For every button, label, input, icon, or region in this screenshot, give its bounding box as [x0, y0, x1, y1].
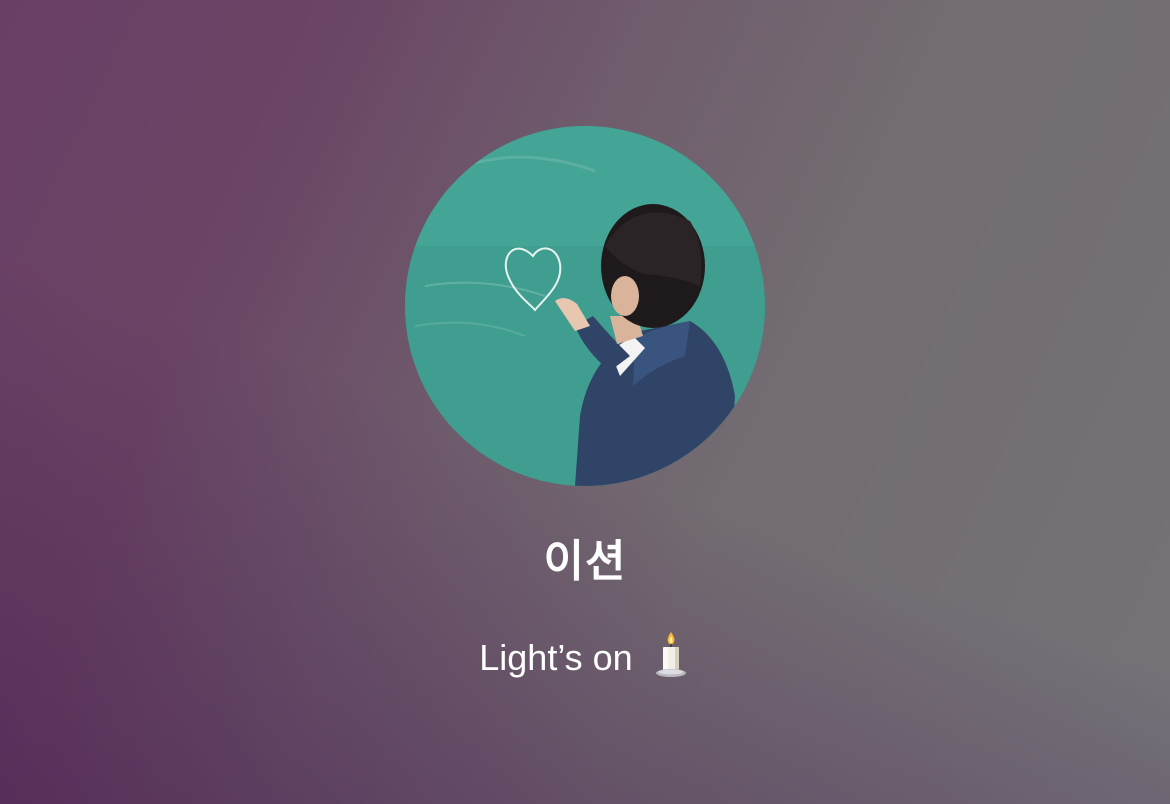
- profile-avatar[interactable]: [405, 126, 765, 486]
- candle-icon: [651, 630, 691, 694]
- avatar-photo: [405, 126, 765, 486]
- status-text: Light’s on: [479, 637, 633, 678]
- profile-name: 이션: [543, 536, 627, 587]
- profile-card: 이션 Light’s on: [0, 0, 1170, 804]
- profile-status: Light’s on: [0, 630, 1170, 694]
